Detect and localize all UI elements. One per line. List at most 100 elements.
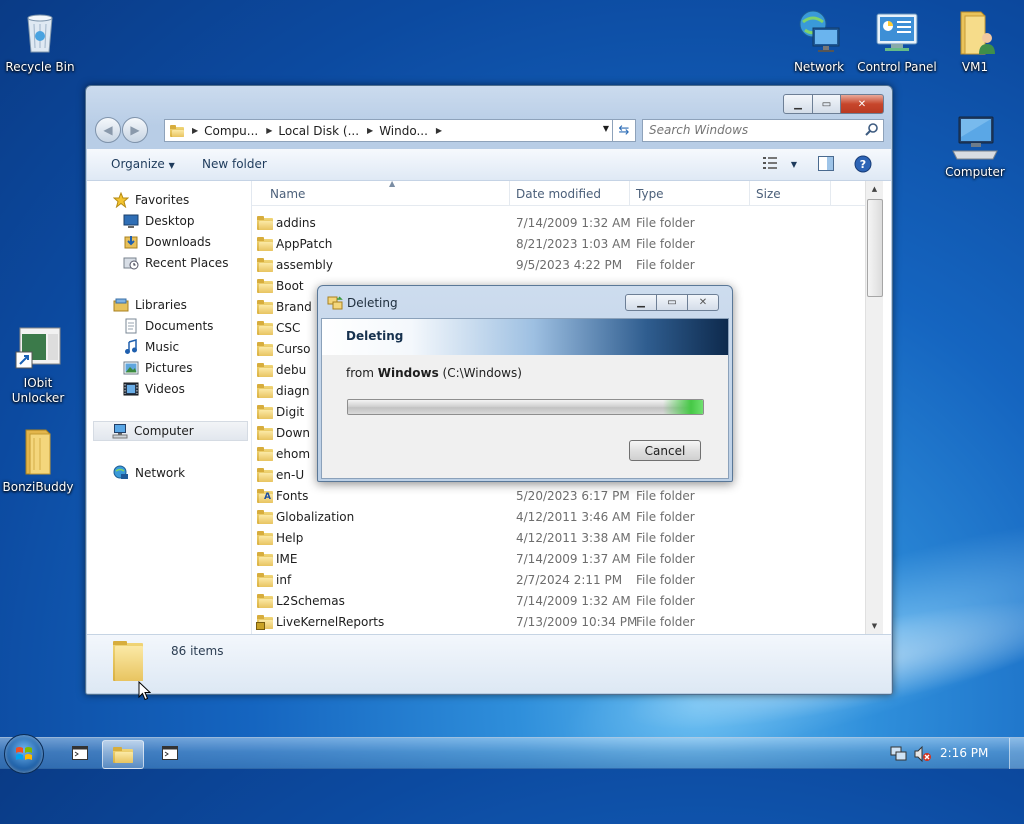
- taskbar-clock[interactable]: 2:16 PM: [940, 746, 988, 760]
- dialog-maximize-button[interactable]: ▭: [657, 294, 688, 311]
- nav-desktop[interactable]: Desktop: [123, 211, 195, 231]
- desktop-icon-iobit-unlocker[interactable]: IObit Unlocker: [0, 326, 78, 406]
- file-name: Fonts: [276, 489, 309, 503]
- chevron-right-icon: ▶: [435, 126, 443, 135]
- search-input[interactable]: [649, 120, 849, 139]
- start-button[interactable]: [4, 734, 44, 774]
- volume-muted-icon[interactable]: [914, 746, 932, 762]
- arrow-right-icon: ▶: [130, 123, 140, 137]
- table-row[interactable]: Help 4/12/2011 3:38 AM File folder: [252, 528, 872, 549]
- nav-recent-places[interactable]: Recent Places: [123, 253, 228, 273]
- mouse-cursor-icon: [138, 681, 151, 701]
- folder-icon: [257, 342, 273, 356]
- desktop-icon-recycle-bin[interactable]: Recycle Bin: [0, 8, 80, 75]
- dialog-minimize-button[interactable]: ▁: [625, 294, 657, 311]
- refresh-button[interactable]: ⇆: [612, 120, 635, 141]
- taskbar-button-console-2[interactable]: [150, 740, 190, 767]
- column-header-type[interactable]: Type: [636, 187, 664, 201]
- nav-network[interactable]: Network: [113, 463, 185, 483]
- chevron-right-icon: ▶: [266, 126, 273, 135]
- folder-icon: [257, 216, 273, 230]
- desktop-icon-control-panel[interactable]: Control Panel: [857, 8, 937, 75]
- cancel-button[interactable]: Cancel: [629, 440, 701, 461]
- network-tray-icon[interactable]: [890, 746, 908, 762]
- maximize-icon: ▭: [667, 297, 677, 308]
- forward-button[interactable]: ▶: [122, 117, 148, 143]
- column-header-size[interactable]: Size: [756, 187, 781, 201]
- taskbar: 2:16 PM: [0, 734, 1024, 774]
- vertical-scrollbar[interactable]: ▲ ▼: [865, 181, 883, 634]
- file-name: Digit: [276, 405, 305, 419]
- table-row[interactable]: IME 7/14/2009 1:37 AM File folder: [252, 549, 872, 570]
- iobit-unlocker-icon: [14, 326, 62, 374]
- file-name: IME: [276, 552, 298, 566]
- nav-pictures[interactable]: Pictures: [123, 358, 193, 378]
- minimize-button[interactable]: ▁: [783, 94, 813, 114]
- scroll-up-button[interactable]: ▲: [866, 181, 883, 197]
- file-date: 5/20/2023 6:17 PM: [516, 489, 630, 503]
- nav-computer[interactable]: Computer: [93, 421, 248, 441]
- taskbar-button-explorer[interactable]: [102, 740, 144, 769]
- file-name: inf: [276, 573, 292, 587]
- nav-music[interactable]: Music: [123, 337, 179, 357]
- delete-progress-icon: [327, 296, 343, 310]
- desktop-icon-vm1[interactable]: VM1: [935, 8, 1015, 75]
- search-icon[interactable]: [865, 122, 879, 136]
- breadcrumb-segment[interactable]: Local Disk (...: [278, 124, 359, 138]
- dialog-title: Deleting: [347, 296, 398, 310]
- organize-button[interactable]: Organize ▼: [111, 157, 175, 171]
- column-header-name[interactable]: Name: [270, 187, 305, 201]
- table-row[interactable]: assembly 9/5/2023 4:22 PM File folder: [252, 255, 872, 276]
- desktop-icon-network[interactable]: Network: [779, 8, 859, 75]
- file-date: 7/14/2009 1:32 AM: [516, 216, 631, 230]
- file-name: assembly: [276, 258, 333, 272]
- address-bar[interactable]: ▶ Compu... ▶ Local Disk (... ▶ Windo... …: [164, 119, 636, 142]
- folder-icon: [170, 124, 184, 137]
- desktop-icon-label: BonziBuddy: [2, 480, 74, 494]
- chevron-right-icon: ▶: [367, 126, 374, 135]
- close-button[interactable]: ✕: [841, 94, 884, 114]
- desktop-icon-label: Computer: [945, 165, 1005, 179]
- nav-downloads[interactable]: Downloads: [123, 232, 211, 252]
- dialog-body: Deleting from Windows (C:\Windows) Cance…: [321, 318, 729, 479]
- navigation-pane[interactable]: Favorites Desktop Downloads Recent Place…: [87, 181, 252, 634]
- folder-icon: [257, 405, 273, 419]
- preview-pane-button[interactable]: [818, 156, 834, 174]
- file-type: File folder: [636, 510, 695, 524]
- table-row[interactable]: inf 2/7/2024 2:11 PM File folder: [252, 570, 872, 591]
- file-name: Help: [276, 531, 304, 545]
- item-count: 86 items: [171, 644, 224, 658]
- column-header-date[interactable]: Date modified: [516, 187, 601, 201]
- search-box[interactable]: [642, 119, 884, 142]
- show-desktop-button[interactable]: [1009, 738, 1024, 769]
- table-row[interactable]: addins 7/14/2009 1:32 AM File folder: [252, 213, 872, 234]
- maximize-button[interactable]: ▭: [813, 94, 841, 114]
- desktop-icon-bonzibuddy[interactable]: BonziBuddy: [0, 428, 78, 495]
- help-button[interactable]: ?: [854, 155, 872, 176]
- recycle-bin-icon: [16, 8, 64, 56]
- nav-documents[interactable]: Documents: [123, 316, 213, 336]
- new-folder-button[interactable]: New folder: [202, 157, 267, 171]
- breadcrumb-segment[interactable]: Windo...: [379, 124, 428, 138]
- address-dropdown-button[interactable]: ▼: [603, 124, 609, 133]
- table-row[interactable]: LiveKernelReports 7/13/2009 10:34 PM File …: [252, 612, 872, 633]
- scroll-down-button[interactable]: ▼: [866, 618, 883, 634]
- nav-favorites[interactable]: Favorites: [112, 190, 189, 210]
- taskbar-button-console[interactable]: [60, 740, 100, 767]
- deleting-dialog[interactable]: Deleting ▁ ▭ ✕ Deleting from Windows (C:…: [317, 285, 733, 482]
- desktop-icon-computer[interactable]: Computer: [935, 113, 1015, 180]
- scrollbar-thumb[interactable]: [867, 199, 883, 297]
- nav-videos[interactable]: Videos: [123, 379, 185, 399]
- view-options-button[interactable]: ▼: [763, 156, 797, 173]
- dialog-close-button[interactable]: ✕: [688, 294, 719, 311]
- folder-icon: [257, 363, 273, 377]
- table-row[interactable]: Fonts 5/20/2023 6:17 PM File folder A: [252, 486, 872, 507]
- folder-icon: [257, 510, 273, 524]
- nav-libraries[interactable]: Libraries: [113, 295, 187, 315]
- desktop-icon-label: IObit Unlocker: [11, 376, 65, 405]
- table-row[interactable]: L2Schemas 7/14/2009 1:32 AM File folder: [252, 591, 872, 612]
- breadcrumb-segment[interactable]: Compu...: [204, 124, 258, 138]
- back-button[interactable]: ◀: [95, 117, 121, 143]
- table-row[interactable]: AppPatch 8/21/2023 1:03 AM File folder: [252, 234, 872, 255]
- table-row[interactable]: Globalization 4/12/2011 3:46 AM File folde…: [252, 507, 872, 528]
